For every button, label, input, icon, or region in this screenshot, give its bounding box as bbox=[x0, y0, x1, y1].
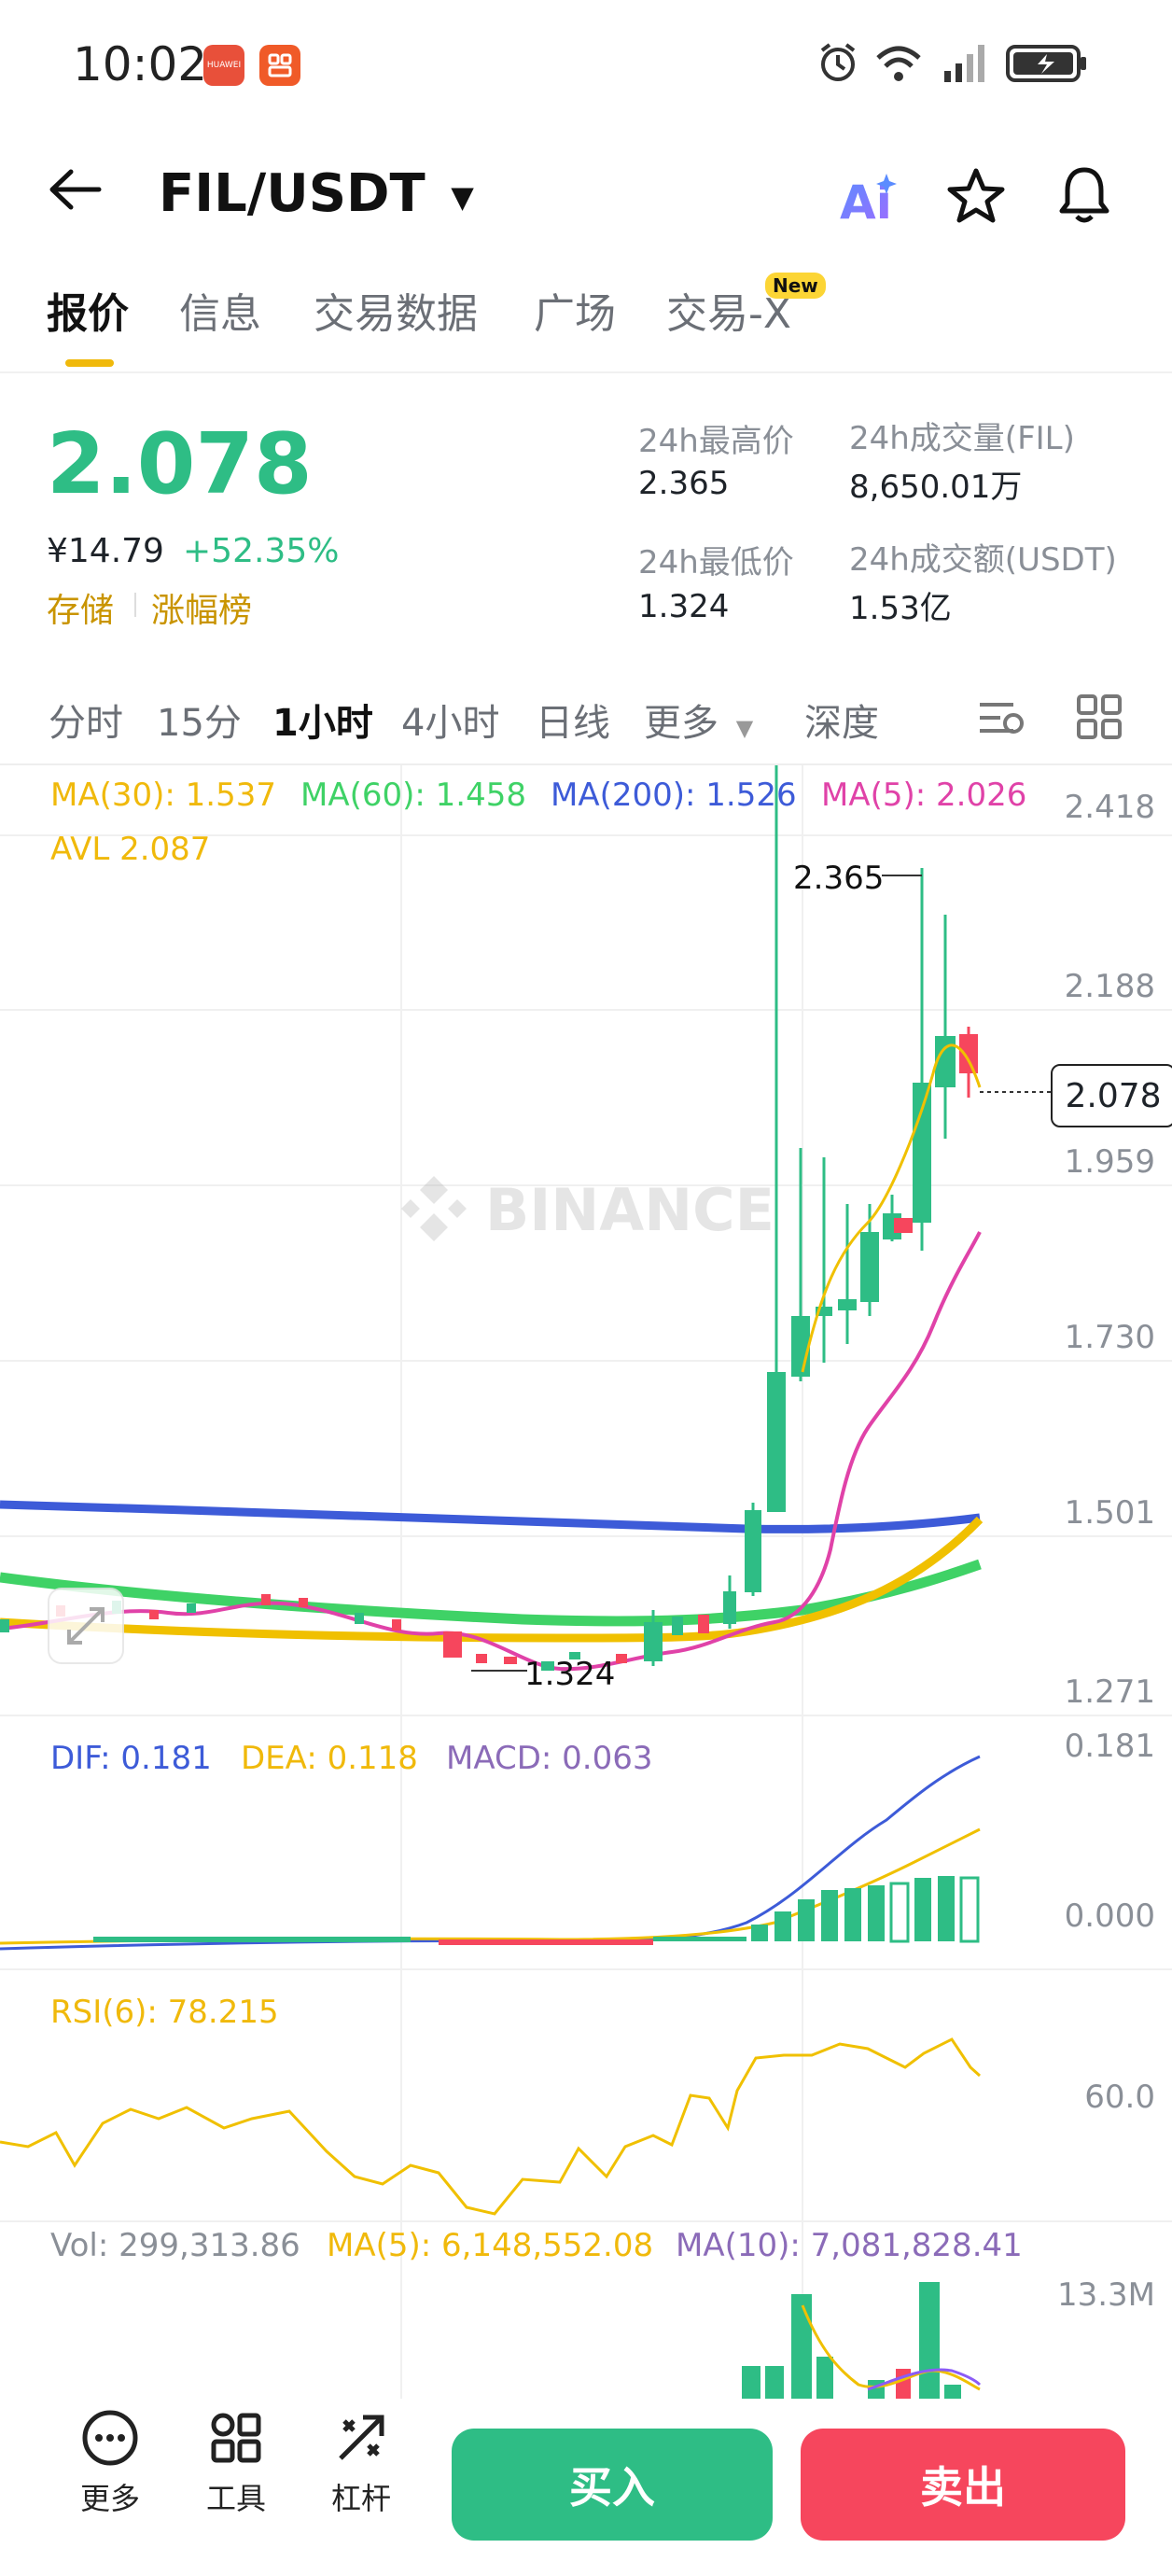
tag-storage[interactable]: 存储 bbox=[47, 583, 114, 632]
low-label: 24h最低价 bbox=[638, 544, 794, 581]
rsi-line bbox=[0, 2037, 982, 2216]
leverage-button[interactable]: 杠杆 bbox=[310, 2408, 412, 2518]
dea-label: DEA: 0.118 bbox=[241, 1740, 418, 1777]
tab-info[interactable]: 信息 bbox=[179, 280, 261, 340]
new-badge: New bbox=[765, 273, 826, 299]
more-button[interactable]: 更多 bbox=[59, 2408, 161, 2518]
avl-label: AVL 2.087 bbox=[50, 831, 211, 868]
change-percent: +52.35% bbox=[183, 532, 340, 570]
high-value: 2.365 bbox=[638, 465, 730, 502]
price-axis-label: 1.501 bbox=[1065, 1494, 1155, 1532]
interval-line[interactable]: 分时 bbox=[49, 693, 123, 747]
macd-histogram bbox=[93, 1876, 980, 1945]
battery-icon bbox=[1006, 43, 1090, 88]
ma200-line bbox=[0, 1500, 981, 1533]
candlestick-chart[interactable]: BINANCE 2.365 1.324 2.418 2.188 1.959 1.… bbox=[0, 765, 1172, 2399]
layout-button[interactable] bbox=[1075, 693, 1123, 745]
leverage-icon bbox=[339, 2415, 384, 2460]
tools-button[interactable]: 工具 bbox=[185, 2408, 287, 2518]
huawei-app-icon: HUAWEI bbox=[203, 45, 244, 86]
divider bbox=[0, 371, 1172, 373]
tab-trading-data[interactable]: 交易数据 bbox=[314, 280, 478, 340]
caret-down-icon: ▼ bbox=[735, 715, 754, 741]
macd-label: MACD: 0.063 bbox=[446, 1740, 653, 1777]
pair-selector[interactable]: FIL/USDT ▼ bbox=[159, 163, 474, 224]
settings-sliders-icon bbox=[980, 703, 1024, 734]
tag-divider bbox=[134, 593, 136, 617]
price-axis-label: 1.959 bbox=[1065, 1143, 1155, 1181]
interval-15m[interactable]: 15分 bbox=[157, 693, 242, 747]
interval-more-label: 更多 bbox=[644, 702, 719, 745]
bell-icon bbox=[1059, 167, 1109, 223]
tab-quote[interactable]: 报价 bbox=[47, 280, 129, 340]
depth-tab[interactable]: 深度 bbox=[804, 693, 879, 747]
back-arrow-icon bbox=[49, 169, 102, 210]
status-time: 10:02 bbox=[73, 37, 208, 91]
rsi-axis-label: 60.0 bbox=[1084, 2079, 1155, 2116]
high-label: 24h最高价 bbox=[638, 423, 794, 460]
low-marker-label: 1.324 bbox=[524, 1656, 615, 1693]
dif-label: DIF: 0.181 bbox=[50, 1740, 212, 1777]
ma60-label: MA(60): 1.458 bbox=[300, 777, 526, 814]
pair-name: FIL/USDT bbox=[159, 163, 426, 224]
caret-down-icon: ▼ bbox=[451, 178, 474, 215]
low-value: 1.324 bbox=[638, 588, 730, 625]
ma5-label: MA(5): 2.026 bbox=[821, 777, 1027, 814]
alarm-icon bbox=[816, 41, 859, 88]
signal-icon bbox=[942, 43, 989, 88]
leverage-label: 杠杆 bbox=[330, 2481, 391, 2516]
chart-grid bbox=[0, 765, 1172, 2399]
back-button[interactable] bbox=[47, 166, 105, 217]
alert-button[interactable] bbox=[1054, 164, 1114, 230]
price-axis-label: 1.271 bbox=[1065, 1673, 1155, 1711]
tag-gainers[interactable]: 涨幅榜 bbox=[151, 583, 252, 632]
interval-1d[interactable]: 日线 bbox=[536, 693, 610, 747]
vol-ma5-label: MA(5): 6,148,552.08 bbox=[327, 2227, 654, 2264]
buy-button[interactable]: 买入 bbox=[452, 2429, 773, 2541]
macd-axis-label: 0.181 bbox=[1065, 1728, 1155, 1765]
cny-price: ¥14.79 bbox=[47, 532, 164, 570]
sell-button[interactable]: 卖出 bbox=[801, 2429, 1125, 2541]
svg-text:BINANCE: BINANCE bbox=[485, 1176, 774, 1244]
volume-base-label: 24h成交量(FIL) bbox=[849, 420, 1075, 457]
current-price-tag: 2.078 bbox=[1051, 1064, 1172, 1127]
vol-label: Vol: 299,313.86 bbox=[50, 2227, 300, 2264]
interval-1h[interactable]: 1小时 bbox=[272, 693, 373, 747]
star-icon bbox=[947, 168, 1005, 223]
more-label: 更多 bbox=[79, 2481, 140, 2516]
ma30-label: MA(30): 1.537 bbox=[50, 777, 276, 814]
favorite-button[interactable] bbox=[946, 166, 1006, 230]
price-axis-label: 2.188 bbox=[1065, 968, 1155, 1005]
vol-ma10-label: MA(10): 7,081,828.41 bbox=[676, 2227, 1023, 2264]
vol-axis-label: 13.3M bbox=[1057, 2276, 1155, 2314]
high-marker-label: 2.365 bbox=[793, 860, 884, 897]
last-price: 2.078 bbox=[47, 415, 313, 513]
macd-axis-label: 0.000 bbox=[1065, 1897, 1155, 1935]
more-dots-icon bbox=[82, 2410, 138, 2466]
tools-grid-icon bbox=[211, 2413, 261, 2463]
ai-button[interactable]: Ai bbox=[838, 170, 900, 230]
price-axis-label: 1.730 bbox=[1065, 1319, 1155, 1356]
volume-quote-value: 1.53亿 bbox=[849, 590, 952, 627]
wifi-icon bbox=[872, 41, 925, 88]
price-axis-label: 2.418 bbox=[1065, 789, 1155, 826]
active-tab-indicator bbox=[65, 359, 114, 367]
volume-quote-label: 24h成交额(USDT) bbox=[849, 541, 1117, 579]
grid-icon bbox=[1077, 694, 1122, 739]
volume-bars bbox=[742, 2282, 961, 2399]
interval-more[interactable]: 更多 ▼ bbox=[644, 693, 753, 747]
volume-base-value: 8,650.01万 bbox=[849, 469, 1023, 506]
status-bar: 10:02 HUAWEI bbox=[0, 0, 1172, 140]
interval-4h[interactable]: 4小时 bbox=[401, 693, 499, 747]
tab-square[interactable]: 广场 bbox=[534, 280, 616, 340]
chart-expand-button[interactable] bbox=[48, 1588, 124, 1664]
tools-label: 工具 bbox=[205, 2481, 266, 2516]
app-icon bbox=[259, 45, 300, 86]
rsi-label: RSI(6): 78.215 bbox=[50, 1994, 279, 2031]
ai-icon: Ai bbox=[840, 174, 897, 230]
ma200-label: MA(200): 1.526 bbox=[551, 777, 797, 814]
indicator-settings-button[interactable] bbox=[976, 695, 1026, 746]
